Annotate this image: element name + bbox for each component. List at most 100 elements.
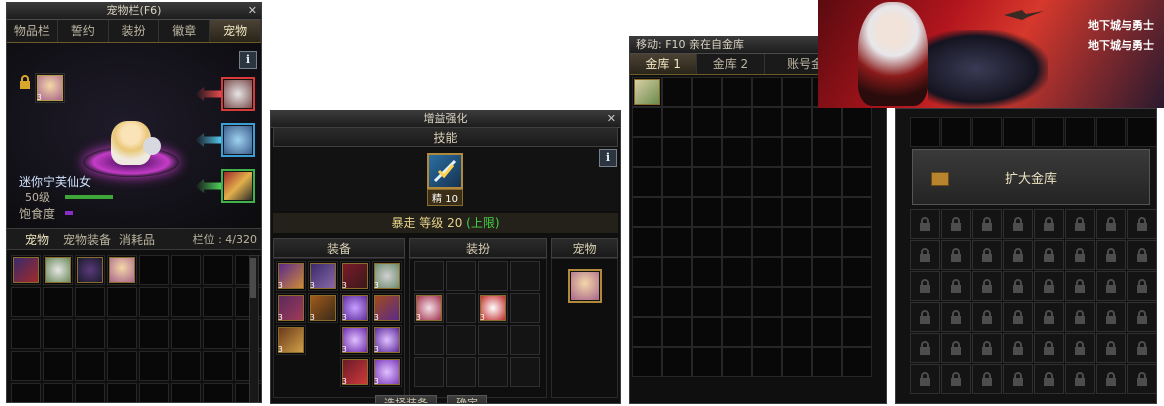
- equip-slot[interactable]: 3: [340, 325, 370, 355]
- vault-slot[interactable]: [752, 167, 782, 197]
- vault-slot[interactable]: [842, 317, 872, 347]
- avatar-slot[interactable]: [478, 325, 508, 355]
- vault-slot[interactable]: [782, 77, 812, 107]
- avatar-slot[interactable]: [510, 293, 540, 323]
- vault-slot[interactable]: [632, 137, 662, 167]
- ad-banner[interactable]: 地下城与勇士 地下城与勇士: [818, 0, 1164, 108]
- vault-slot[interactable]: [842, 227, 872, 257]
- avatar-slot[interactable]: [414, 325, 444, 355]
- vault-slot[interactable]: [692, 197, 722, 227]
- vault-slot[interactable]: [722, 77, 752, 107]
- vault-slot[interactable]: [722, 137, 752, 167]
- select-equip-button[interactable]: 选择装备: [375, 395, 437, 403]
- vault-slot[interactable]: [812, 167, 842, 197]
- vault-slot[interactable]: [782, 197, 812, 227]
- account-vault-slot[interactable]: [941, 117, 971, 147]
- equip-slot[interactable]: 3: [340, 293, 370, 323]
- pet-inventory-slot[interactable]: [139, 287, 169, 317]
- scrollbar[interactable]: [249, 255, 259, 402]
- vault-slot[interactable]: [842, 107, 872, 137]
- avatar-slot[interactable]: [478, 357, 508, 387]
- vault-slot[interactable]: [752, 227, 782, 257]
- equip-slot[interactable]: 3: [372, 261, 402, 291]
- avatar-slot[interactable]: 3: [414, 293, 444, 323]
- pet-inventory-slot[interactable]: [11, 287, 41, 317]
- avatar-slot[interactable]: [510, 325, 540, 355]
- avatar-slot[interactable]: [414, 357, 444, 387]
- enhance-window-titlebar[interactable]: 增益强化 ✕: [271, 111, 620, 128]
- equip-slot[interactable]: 3: [372, 325, 402, 355]
- vault-slot[interactable]: [632, 227, 662, 257]
- vault-slot[interactable]: [662, 257, 692, 287]
- account-vault-slot[interactable]: [910, 117, 940, 147]
- equip-slot[interactable]: 3: [340, 261, 370, 291]
- pet-inventory-slot[interactable]: [139, 383, 169, 402]
- vault-slot[interactable]: [842, 347, 872, 377]
- vault-slot[interactable]: [662, 137, 692, 167]
- vault-slot[interactable]: [662, 317, 692, 347]
- subtab-consumables[interactable]: 消耗品: [119, 231, 155, 248]
- account-vault-slot[interactable]: [1096, 117, 1126, 147]
- vault-slot[interactable]: [842, 167, 872, 197]
- vault-slot[interactable]: [692, 347, 722, 377]
- pet-inventory-slot[interactable]: [11, 383, 41, 402]
- vault-slot[interactable]: [632, 167, 662, 197]
- vault-slot[interactable]: [812, 137, 842, 167]
- vault-slot[interactable]: [692, 107, 722, 137]
- equip-slot[interactable]: 3: [276, 325, 306, 355]
- pet-inventory-slot[interactable]: [203, 351, 233, 381]
- pet-inventory-slot[interactable]: [43, 383, 73, 402]
- pet-inventory-slot[interactable]: [171, 319, 201, 349]
- info-icon[interactable]: i: [599, 149, 617, 167]
- vault-slot[interactable]: [842, 197, 872, 227]
- vault-slot[interactable]: [752, 257, 782, 287]
- vault-slot[interactable]: [752, 347, 782, 377]
- pet-inventory-slot[interactable]: [139, 255, 169, 285]
- equip-slot[interactable]: [276, 357, 306, 387]
- vault-slot[interactable]: [722, 347, 752, 377]
- tab-inventory[interactable]: 物品栏: [7, 20, 58, 42]
- pet-equip-slot-green[interactable]: [221, 169, 255, 203]
- vault-slot[interactable]: [722, 227, 752, 257]
- vault-slot[interactable]: [692, 257, 722, 287]
- pet-inventory-slot[interactable]: [75, 383, 105, 402]
- vault-slot[interactable]: [632, 77, 662, 107]
- lock-icon[interactable]: [19, 75, 31, 89]
- avatar-slot[interactable]: [510, 261, 540, 291]
- pet-equip-slot-blue[interactable]: [221, 123, 255, 157]
- close-icon[interactable]: ✕: [607, 111, 616, 127]
- account-vault-slot[interactable]: [1065, 117, 1095, 147]
- vault-slot[interactable]: [632, 287, 662, 317]
- vault-slot[interactable]: [842, 287, 872, 317]
- pet-inventory-slot[interactable]: [43, 287, 73, 317]
- avatar-slot[interactable]: [510, 357, 540, 387]
- pet-inventory-slot[interactable]: [43, 255, 73, 285]
- pet-inventory-slot[interactable]: [203, 319, 233, 349]
- vault-slot[interactable]: [752, 287, 782, 317]
- vault-slot[interactable]: [782, 317, 812, 347]
- vault-slot[interactable]: [782, 347, 812, 377]
- vault-slot[interactable]: [632, 107, 662, 137]
- pet-inventory-slot[interactable]: [139, 319, 169, 349]
- account-vault-slot[interactable]: [1127, 117, 1156, 147]
- pet-inventory-slot[interactable]: [139, 351, 169, 381]
- close-icon[interactable]: ✕: [248, 3, 257, 19]
- equip-slot[interactable]: 3: [308, 293, 338, 323]
- vault-slot[interactable]: [692, 287, 722, 317]
- vault-slot[interactable]: [782, 107, 812, 137]
- pet-inventory-slot[interactable]: [203, 255, 233, 285]
- vault-slot[interactable]: [692, 77, 722, 107]
- vault-slot[interactable]: [752, 137, 782, 167]
- avatar-slot[interactable]: [446, 325, 476, 355]
- pet-inventory-slot[interactable]: [75, 287, 105, 317]
- pet-inventory-slot[interactable]: [203, 287, 233, 317]
- pet-inventory-slot[interactable]: [75, 255, 105, 285]
- avatar-slot[interactable]: 3: [478, 293, 508, 323]
- scrollbar-thumb[interactable]: [250, 258, 256, 298]
- pet-inventory-slot[interactable]: [107, 319, 137, 349]
- vault-slot[interactable]: [782, 257, 812, 287]
- pet-inventory-slot[interactable]: [203, 383, 233, 402]
- equip-slot[interactable]: 3: [372, 293, 402, 323]
- tab-vault-1[interactable]: 金库 1: [630, 54, 698, 74]
- vault-slot[interactable]: [662, 227, 692, 257]
